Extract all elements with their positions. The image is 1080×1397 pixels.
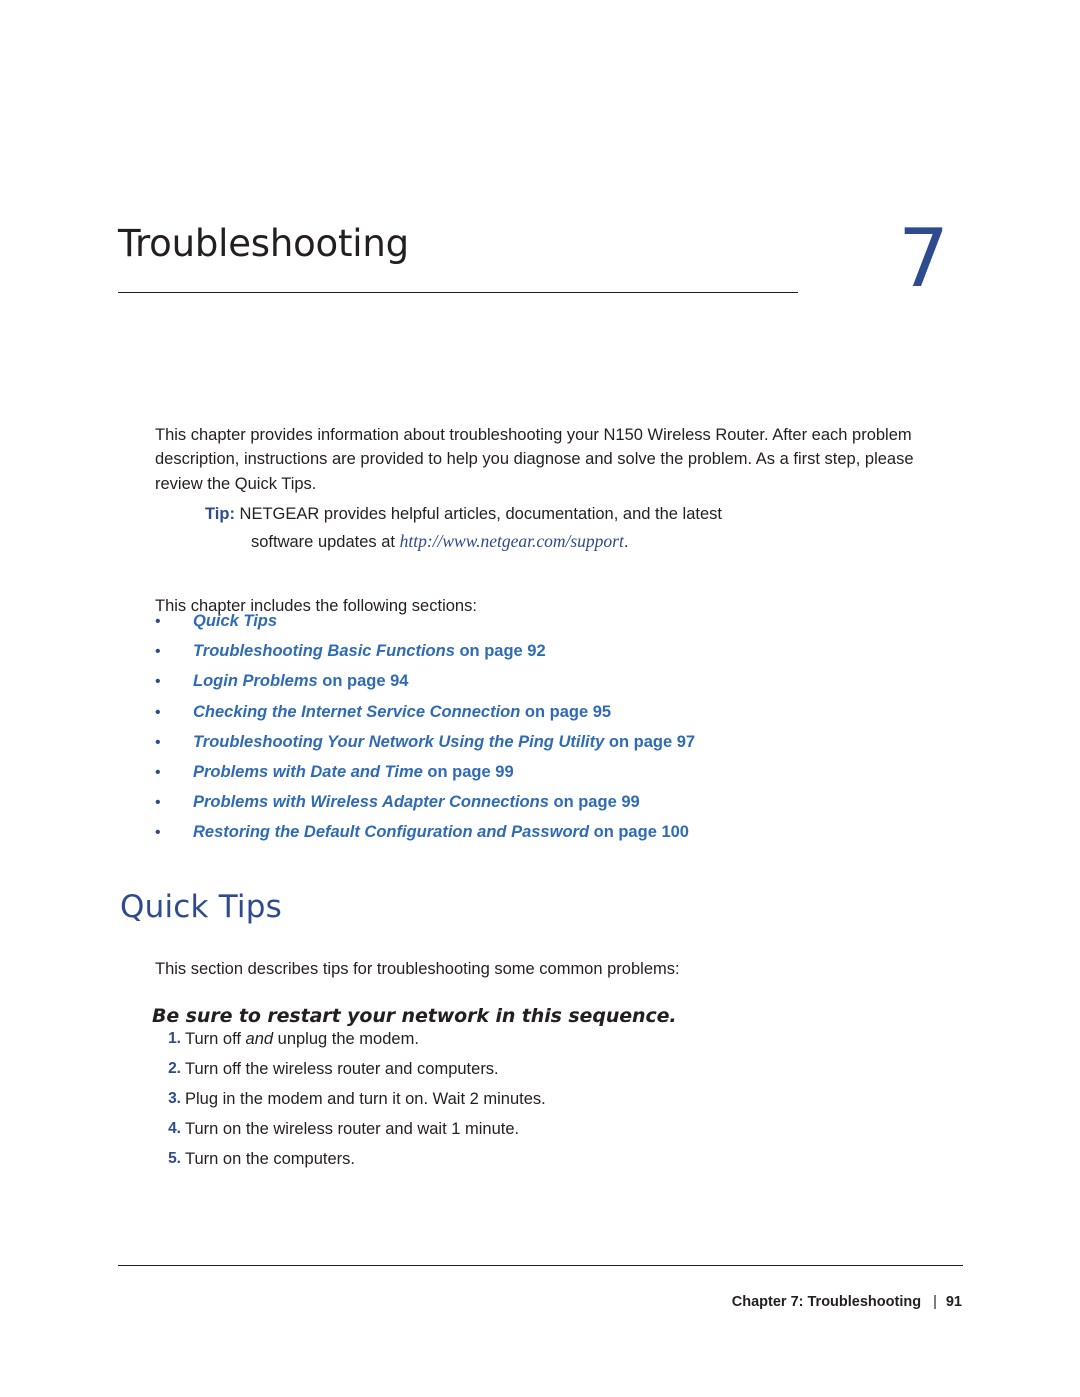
- tip-line2-prefix: software updates at: [251, 533, 400, 551]
- document-page: Troubleshooting 7 This chapter provides …: [0, 0, 1080, 1397]
- step-text-pre: Plug in the modem and turn it on. Wait 2…: [185, 1090, 546, 1108]
- section-link-list: Quick Tips Troubleshooting Basic Functio…: [155, 610, 955, 852]
- step-text: Turn off and unplug the modem.: [185, 1024, 419, 1054]
- step-number: 5.: [168, 1150, 181, 1167]
- section-heading-quick-tips: Quick Tips: [120, 888, 282, 925]
- support-url-link[interactable]: http://www.netgear.com/support: [400, 531, 624, 551]
- section-link[interactable]: Problems with Date and Time: [193, 763, 423, 781]
- list-item[interactable]: Quick Tips: [155, 610, 955, 633]
- step-number: 1.: [168, 1030, 181, 1047]
- section-link[interactable]: Restoring the Default Configuration and …: [193, 823, 589, 841]
- step-text-post: unplug the modem.: [273, 1030, 419, 1048]
- section-link[interactable]: Troubleshooting Basic Functions: [193, 642, 455, 660]
- list-item[interactable]: Login Problems on page 94: [155, 670, 955, 693]
- section-link-page: on page 95: [520, 702, 612, 721]
- chapter-number: 7: [898, 212, 949, 305]
- list-item: 3. Plug in the modem and turn it on. Wai…: [155, 1084, 955, 1114]
- list-item[interactable]: Checking the Internet Service Connection…: [155, 701, 955, 724]
- step-text: Turn off the wireless router and compute…: [185, 1054, 499, 1084]
- tip-label: Tip:: [205, 505, 235, 523]
- list-item[interactable]: Troubleshooting Your Network Using the P…: [155, 731, 955, 754]
- step-text-pre: Turn off: [185, 1030, 246, 1048]
- footer-divider: [118, 1265, 963, 1266]
- page-title: Troubleshooting: [118, 222, 409, 265]
- list-item[interactable]: Troubleshooting Basic Functions on page …: [155, 640, 955, 663]
- section-link[interactable]: Checking the Internet Service Connection: [193, 703, 520, 721]
- section-link-page: on page 100: [589, 823, 689, 842]
- step-number: 4.: [168, 1120, 181, 1137]
- restart-steps-list: 1. Turn off and unplug the modem. 2. Tur…: [155, 1024, 955, 1174]
- step-text-pre: Turn off the wireless router and compute…: [185, 1060, 499, 1078]
- section-link-page: on page 94: [317, 672, 409, 691]
- step-text-emphasis: and: [245, 1030, 274, 1048]
- section-link-page: on page 97: [604, 732, 696, 751]
- page-number: 91: [945, 1294, 962, 1310]
- list-item[interactable]: Problems with Date and Time on page 99: [155, 761, 955, 784]
- header-divider: [118, 292, 798, 293]
- step-number: 3.: [168, 1090, 181, 1107]
- tip-note: Tip: NETGEAR provides helpful articles, …: [205, 501, 965, 555]
- step-text: Plug in the modem and turn it on. Wait 2…: [185, 1084, 546, 1114]
- list-item: 5. Turn on the computers.: [155, 1144, 955, 1174]
- list-item: 2. Turn off the wireless router and comp…: [155, 1054, 955, 1084]
- section-link[interactable]: Login Problems: [193, 672, 318, 690]
- list-item[interactable]: Problems with Wireless Adapter Connectio…: [155, 791, 955, 814]
- intro-paragraph: This chapter provides information about …: [155, 425, 914, 493]
- section-link[interactable]: Troubleshooting Your Network Using the P…: [193, 733, 604, 751]
- section-link-page: on page 99: [548, 793, 640, 812]
- chapter-header: Troubleshooting 7: [118, 214, 963, 342]
- footer-chapter-label: Chapter 7: Troubleshooting: [731, 1294, 922, 1310]
- step-number: 2.: [168, 1060, 181, 1077]
- quick-tips-intro: This section describes tips for troubles…: [155, 959, 680, 978]
- section-link[interactable]: Quick Tips: [193, 612, 277, 630]
- list-item: 1. Turn off and unplug the modem.: [155, 1024, 955, 1054]
- section-link-page: on page 99: [422, 762, 514, 781]
- list-item: 4. Turn on the wireless router and wait …: [155, 1114, 955, 1144]
- step-text-pre: Turn on the wireless router and wait 1 m…: [185, 1120, 520, 1138]
- page-footer: Chapter 7: Troubleshooting | 91: [732, 1294, 962, 1310]
- step-text: Turn on the wireless router and wait 1 m…: [185, 1114, 519, 1144]
- tip-line2-suffix: .: [623, 533, 629, 551]
- tip-text: NETGEAR provides helpful articles, docum…: [239, 505, 722, 523]
- tip-second-line: software updates at http://www.netgear.c…: [251, 528, 965, 555]
- footer-separator: |: [933, 1294, 937, 1310]
- step-text: Turn on the computers.: [185, 1144, 355, 1174]
- step-text-pre: Turn on the computers.: [185, 1150, 355, 1168]
- section-link-page: on page 92: [454, 642, 546, 661]
- section-link[interactable]: Problems with Wireless Adapter Connectio…: [193, 793, 549, 811]
- list-item[interactable]: Restoring the Default Configuration and …: [155, 821, 955, 844]
